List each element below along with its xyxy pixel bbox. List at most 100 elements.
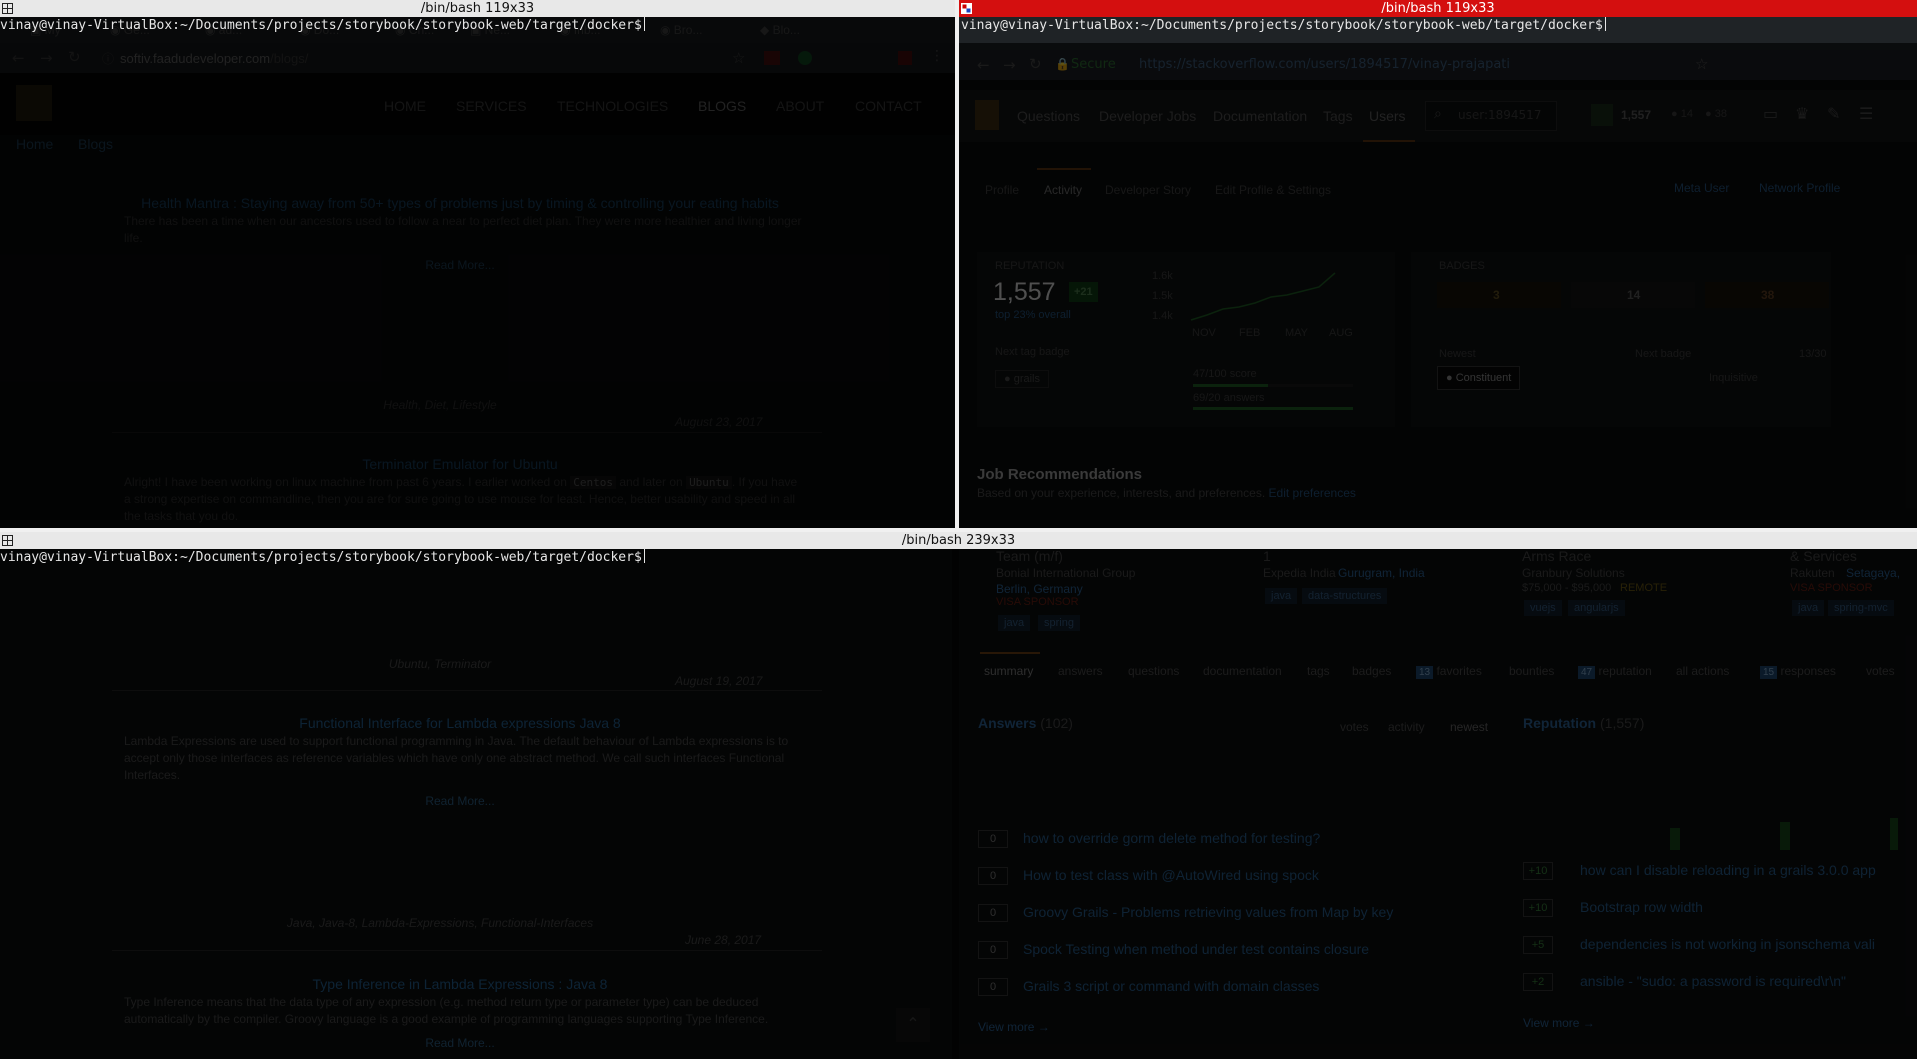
tab-documentation[interactable]: documentation <box>1203 664 1282 678</box>
search-input[interactable]: ⌕ user:1894517 <box>1425 101 1557 131</box>
site-logo[interactable] <box>16 85 52 121</box>
nav-about[interactable]: ABOUT <box>776 98 824 114</box>
extension-icon[interactable] <box>898 51 912 65</box>
terminal-pane-top-left[interactable]: /bin/bash 119x33 ▣ My ◉ Ge... ◉ ad... ◉ … <box>0 0 955 528</box>
blog-post-title[interactable]: Functional Interface for Lambda expressi… <box>80 715 840 731</box>
answer-link[interactable]: Grails 3 script or command with domain c… <box>1023 978 1319 994</box>
rep-link[interactable]: how can I disable reloading in a grails … <box>1580 862 1876 878</box>
nav-blogs[interactable]: BLOGS <box>698 98 746 114</box>
nav-developer-jobs[interactable]: Developer Jobs <box>1099 108 1196 124</box>
meta-user-link[interactable]: Meta User <box>1674 181 1729 195</box>
terminal-prompt[interactable]: vinay@vinay-VirtualBox:~/Documents/proje… <box>0 17 645 35</box>
nav-home[interactable]: HOME <box>384 98 426 114</box>
scroll-to-top-button[interactable]: ⌃ <box>896 1008 930 1042</box>
tag-chip[interactable]: ● grails <box>995 370 1049 388</box>
star-icon[interactable]: ☆ <box>732 49 745 67</box>
terminal-pane-bottom[interactable]: /bin/bash 239x33 Ubuntu, Terminator Augu… <box>0 532 1917 1059</box>
site-switcher-icon[interactable]: ☰ <box>1859 104 1873 123</box>
job-title[interactable]: Team (m/f) <box>996 548 1063 564</box>
sort-newest[interactable]: newest <box>1450 720 1488 734</box>
job-tag[interactable]: java <box>1792 600 1825 616</box>
forward-icon[interactable]: → <box>1003 56 1016 74</box>
blog-post-title[interactable]: Type Inference in Lambda Expressions : J… <box>80 976 840 992</box>
reputation-heading[interactable]: Reputation (1,557) <box>1523 715 1644 731</box>
tab-reputation[interactable]: 47 reputation <box>1578 664 1652 679</box>
read-more-link[interactable]: Read More... <box>80 258 840 272</box>
answer-link[interactable]: Groovy Grails - Problems retrieving valu… <box>1023 904 1393 920</box>
answer-link[interactable]: How to test class with @AutoWired using … <box>1023 867 1319 883</box>
tab-tags[interactable]: tags <box>1307 664 1330 678</box>
tab-favorites[interactable]: 13 favorites <box>1416 664 1482 679</box>
tab-bounties[interactable]: bounties <box>1509 664 1554 678</box>
tab-responses[interactable]: 15 responses <box>1760 664 1836 679</box>
grammarly-icon[interactable] <box>798 51 812 65</box>
silver-badge-box[interactable]: 14 <box>1571 282 1695 308</box>
review-icon[interactable]: ✎ <box>1827 104 1840 123</box>
nav-questions[interactable]: Questions <box>1017 108 1080 124</box>
terminal-grid-icon[interactable] <box>2 535 13 546</box>
rep-link[interactable]: Bootstrap row width <box>1580 899 1703 915</box>
avatar[interactable] <box>1591 104 1613 126</box>
tab-questions[interactable]: questions <box>1128 664 1179 678</box>
read-more-link[interactable]: Read More... <box>80 1036 840 1050</box>
nav-documentation[interactable]: Documentation <box>1213 108 1307 124</box>
answer-link[interactable]: Spock Testing when method under test con… <box>1023 941 1369 957</box>
network-profile-link[interactable]: Network Profile <box>1759 181 1840 195</box>
job-title[interactable]: 1 <box>1263 548 1271 564</box>
tab-answers[interactable]: answers <box>1058 664 1103 678</box>
edit-preferences-link[interactable]: Edit preferences <box>1269 486 1356 500</box>
job-tag[interactable]: spring <box>1038 615 1080 631</box>
terminal-prompt[interactable]: vinay@vinay-VirtualBox:~/Documents/proje… <box>961 17 1606 35</box>
tab-badges[interactable]: badges <box>1352 664 1391 678</box>
top-percent-link[interactable]: top 23% overall <box>995 309 1071 321</box>
tab-activity[interactable]: Activity <box>1044 183 1082 197</box>
answers-heading[interactable]: Answers (102) <box>978 715 1073 731</box>
pane-titlebar[interactable]: /bin/bash 119x33 <box>959 0 1917 17</box>
achievements-icon[interactable]: ♛ <box>1795 104 1809 123</box>
bronze-badge-box[interactable]: 38 <box>1705 282 1829 308</box>
sort-activity[interactable]: activity <box>1388 720 1425 734</box>
inbox-icon[interactable]: ▭ <box>1763 104 1778 123</box>
nav-technologies[interactable]: TECHNOLOGIES <box>557 98 668 114</box>
terminal-pane-top-right[interactable]: /bin/bash 119x33 ← → ↻ 🔒 Secure https://… <box>959 0 1917 528</box>
read-more-link[interactable]: Read More... <box>80 794 840 808</box>
job-tag[interactable]: spring-mvc <box>1828 600 1894 616</box>
menu-icon[interactable]: ⋮ <box>930 48 944 64</box>
job-tag[interactable]: java <box>998 615 1031 631</box>
terminal-prompt[interactable]: vinay@vinay-VirtualBox:~/Documents/proje… <box>0 549 645 567</box>
terminal-grid-icon[interactable] <box>961 3 972 14</box>
browser-tab[interactable]: ◆ Blo... <box>760 23 800 43</box>
job-tag[interactable]: vuejs <box>1524 600 1562 616</box>
tab-edit-profile[interactable]: Edit Profile & Settings <box>1215 183 1331 197</box>
breadcrumb-blogs[interactable]: Blogs <box>78 136 113 152</box>
tab-developer-story[interactable]: Developer Story <box>1105 183 1191 197</box>
job-tag[interactable]: java <box>1265 588 1298 604</box>
job-title[interactable]: Arms Race <box>1522 548 1591 564</box>
rep-link[interactable]: ansible - "sudo: a password is required\… <box>1580 973 1846 989</box>
nav-tags[interactable]: Tags <box>1323 108 1353 124</box>
nav-contact[interactable]: CONTACT <box>855 98 922 114</box>
job-tag[interactable]: angularjs <box>1568 600 1625 616</box>
pane-titlebar[interactable]: /bin/bash 119x33 <box>0 0 955 17</box>
answers-view-more[interactable]: View more → <box>978 1020 1050 1034</box>
nav-services[interactable]: SERVICES <box>456 98 527 114</box>
rep-link[interactable]: dependencies is not working in jsonschem… <box>1580 936 1875 952</box>
stackoverflow-logo[interactable] <box>975 100 999 130</box>
nav-users[interactable]: Users <box>1369 108 1406 124</box>
browser-tab[interactable]: ◉ Bro... <box>660 23 702 43</box>
forward-icon[interactable]: → <box>40 49 53 67</box>
rep-view-more[interactable]: View more → <box>1523 1016 1595 1030</box>
tab-profile[interactable]: Profile <box>985 183 1019 197</box>
reload-icon[interactable]: ↻ <box>68 48 81 66</box>
back-icon[interactable]: ← <box>977 56 990 74</box>
terminal-grid-icon[interactable] <box>2 3 13 14</box>
horizontal-scrollbar[interactable] <box>960 1044 1917 1050</box>
extension-icon[interactable] <box>764 51 780 65</box>
url-field[interactable]: https://stackoverflow.com/users/1894517/… <box>1139 57 1510 72</box>
tab-summary[interactable]: summary <box>984 664 1033 678</box>
blog-post-title[interactable]: Health Mantra : Staying away from 50+ ty… <box>80 195 840 211</box>
job-tag[interactable]: data-structures <box>1302 588 1388 604</box>
back-icon[interactable]: ← <box>12 49 25 67</box>
star-icon[interactable]: ☆ <box>1695 55 1708 73</box>
tab-votes[interactable]: votes <box>1866 664 1895 678</box>
